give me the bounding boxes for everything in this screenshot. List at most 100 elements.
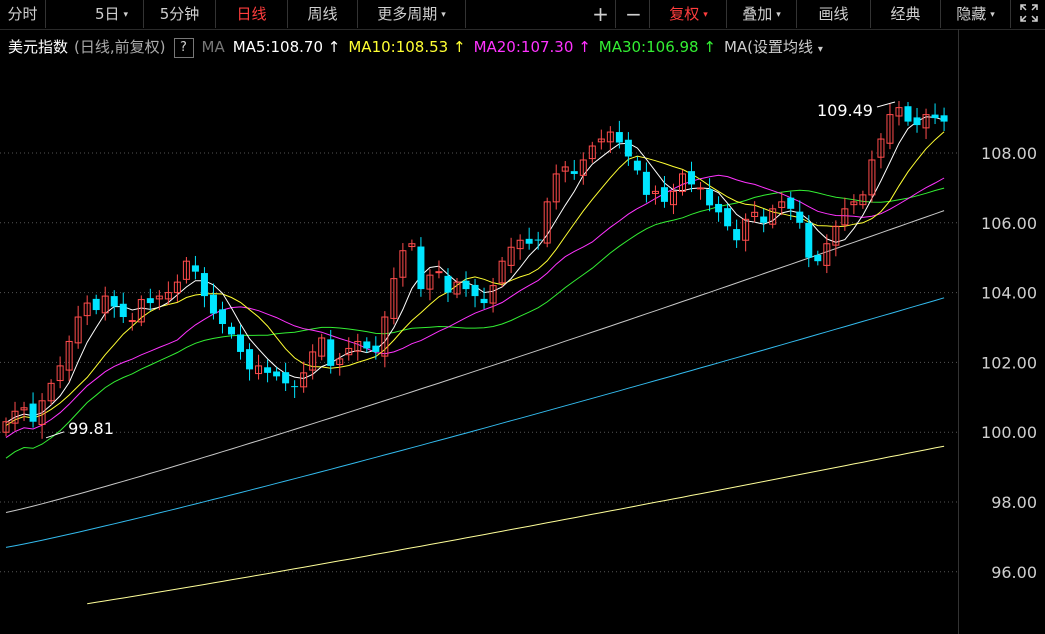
ma250-line — [87, 445, 945, 605]
y-tick-label: 108.00 — [981, 144, 1037, 163]
ma5-value: MA5:108.70 ↑ — [233, 38, 341, 56]
candle-body — [471, 284, 479, 297]
candle-body — [624, 139, 632, 157]
tab-3-label: 日线 — [236, 5, 267, 23]
tab-4[interactable]: 周线 — [288, 0, 358, 28]
candle-body — [913, 117, 921, 126]
candle-body — [92, 298, 100, 311]
zoom-in-button-label: + — [592, 2, 609, 26]
tab-5[interactable]: 更多周期 ▾ — [358, 0, 466, 28]
toolbar-right-2[interactable]: 画线 — [797, 0, 871, 28]
candle-body — [805, 222, 813, 258]
tab-2-label: 5分钟 — [159, 5, 200, 23]
candle-body — [931, 114, 939, 119]
candle-body — [480, 298, 488, 304]
ma10-value: MA10:108.53 ↑ — [348, 38, 465, 56]
arrow-up-icon: ↑ — [327, 38, 341, 56]
instrument-name: 美元指数 — [8, 38, 69, 56]
ma-settings-button[interactable]: 设置均线 ▾ — [753, 38, 823, 56]
candle-body — [733, 229, 741, 241]
tab-5-label: 更多周期 — [377, 5, 438, 23]
expand-icon[interactable] — [1013, 0, 1045, 28]
candle-body — [760, 216, 768, 223]
candle-body — [660, 187, 668, 202]
candle-body — [417, 246, 425, 290]
candle-body — [273, 371, 281, 377]
ma30-text: MA30:106.98 — [598, 38, 699, 56]
low-price-label: 99.81 — [68, 419, 114, 438]
ma30-line — [5, 187, 945, 459]
arrow-up-icon: ↑ — [578, 38, 591, 56]
candle-body — [282, 372, 290, 384]
toolbar-right-4-label: 隐藏 — [956, 5, 987, 23]
toolbar-right-0[interactable]: 复权 ▾ — [651, 0, 727, 28]
caret-down-icon: ▾ — [776, 10, 781, 20]
candle-body — [110, 296, 118, 307]
ma120-line — [5, 297, 945, 548]
ma20-value: MA20:107.30 ↑ — [474, 38, 591, 56]
tab-1[interactable]: 5日 ▾ — [80, 0, 144, 28]
candle-body — [119, 303, 127, 318]
candle-body — [796, 211, 804, 223]
candle-body — [372, 345, 380, 352]
caret-down-icon: ▾ — [123, 10, 129, 20]
ma-label: MA — [201, 38, 225, 56]
candle-body — [642, 171, 650, 195]
candle-body — [264, 367, 272, 373]
toolbar-right-2-label: 画线 — [818, 5, 849, 23]
candle-body — [615, 132, 623, 143]
candle-body — [688, 171, 696, 185]
candle-body — [191, 265, 199, 272]
candle-body — [525, 238, 533, 244]
candlestick-chart[interactable]: 108.00 106.00 104.00 102.00 100.00 98.00 96.00… — [0, 60, 1045, 634]
candle-body — [363, 341, 371, 349]
toolbar-right-4[interactable]: 隐藏 ▾ — [941, 0, 1011, 28]
toolbar-right-3-label: 经典 — [890, 5, 921, 23]
candle-body — [534, 239, 542, 241]
caret-down-icon: ▾ — [703, 10, 708, 20]
legend-bar: 美元指数 (日线,前复权)? MA MA5:108.70 ↑ MA10:108.53 ↑… — [8, 36, 831, 58]
candle-body — [209, 294, 217, 314]
zoom-out-button-label: − — [625, 2, 642, 26]
candle-body — [200, 273, 208, 297]
ma20-text: MA20:107.30 — [473, 38, 574, 56]
help-icon[interactable]: ? — [173, 38, 194, 58]
tab-0-label: 分时 — [7, 5, 38, 23]
candle-body — [246, 349, 254, 370]
ma-more: MA( — [723, 38, 754, 56]
ma5-text: MA5:108.70 — [232, 38, 323, 56]
y-tick-label: 96.00 — [991, 563, 1037, 582]
zoom-out-button[interactable]: − — [618, 0, 650, 28]
candle-body — [570, 171, 578, 174]
arrow-up-icon: ↑ — [452, 38, 466, 56]
y-tick-label: 106.00 — [981, 214, 1037, 233]
tab-0[interactable]: 分时 — [0, 0, 46, 28]
toolbar-right-1[interactable]: 叠加 ▾ — [727, 0, 797, 28]
candle-body — [444, 275, 452, 293]
high-price-label: 109.49 — [817, 101, 873, 120]
candle-body — [237, 334, 245, 352]
ma-settings-label: 设置均线 — [753, 38, 814, 56]
y-tick-label: 98.00 — [991, 493, 1037, 512]
candle-body — [435, 271, 443, 274]
candle-body — [697, 187, 705, 190]
candle-body — [228, 326, 235, 335]
tab-4-label: 周线 — [307, 5, 338, 23]
toolbar-right-3[interactable]: 经典 — [871, 0, 941, 28]
tab-3[interactable]: 日线 — [216, 0, 288, 28]
y-tick-label: 104.00 — [981, 284, 1037, 303]
y-tick-label: 102.00 — [981, 353, 1037, 372]
candle-body — [291, 386, 299, 388]
candle-body — [940, 115, 948, 122]
candle-body — [787, 197, 795, 209]
candle-body — [814, 254, 822, 262]
ma30-value: MA30:106.98 ↑ — [599, 38, 716, 56]
caret-down-icon: ▾ — [441, 10, 446, 20]
tab-2[interactable]: 5分钟 — [144, 0, 216, 28]
candle-body — [327, 339, 335, 366]
zoom-in-button[interactable]: + — [586, 0, 616, 28]
candle-body — [724, 208, 732, 227]
candle-body — [904, 106, 912, 122]
toolbar: 分时 5日 ▾ 5分钟 日线 周线 更多周期 ▾ + − 复权 ▾ 叠加 ▾ 画线 经典 隐藏 ▾ — [0, 0, 1045, 30]
candle-body — [29, 403, 37, 422]
